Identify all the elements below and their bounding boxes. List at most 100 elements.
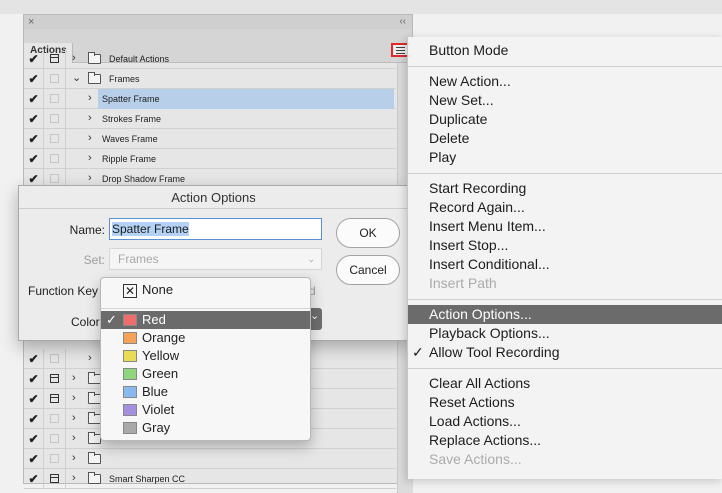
checkmark-icon[interactable]: ✔ (24, 349, 44, 369)
menu-divider (408, 368, 722, 369)
dialog-toggle-icon (50, 394, 59, 403)
name-field[interactable]: Spatter Frame (109, 218, 322, 240)
chevron-right-icon[interactable]: › (72, 411, 76, 425)
dialog-toggle[interactable] (44, 89, 66, 109)
dialog-toggle[interactable] (44, 349, 66, 369)
dialog-toggle[interactable] (44, 149, 66, 169)
color-label: Color (71, 315, 100, 329)
action-label: Ripple Frame (102, 154, 157, 164)
chevron-down-icon[interactable]: ⌄ (72, 71, 81, 85)
menu-item-insert-stop[interactable]: Insert Stop... (429, 236, 508, 255)
chevron-right-icon[interactable]: › (72, 391, 76, 405)
divider (101, 308, 310, 309)
dialog-toggle[interactable] (44, 469, 66, 489)
action-row[interactable]: ✔ › Waves Frame (24, 129, 396, 149)
checkmark-icon[interactable]: ✔ (24, 149, 44, 169)
chevron-right-icon[interactable]: › (72, 451, 76, 465)
checkmark-icon[interactable]: ✔ (24, 449, 44, 469)
dialog-toggle[interactable] (44, 49, 66, 69)
set-select[interactable]: Frames ⌄ (109, 248, 322, 270)
dialog-toggle-icon (50, 434, 59, 443)
menu-item-start-recording[interactable]: Start Recording (429, 179, 526, 198)
dialog-toggle[interactable] (44, 129, 66, 149)
color-swatch (123, 422, 137, 434)
hamburger-icon (396, 47, 405, 48)
action-row[interactable]: ✔ › Ripple Frame (24, 149, 396, 169)
chevron-right-icon[interactable]: › (72, 431, 76, 445)
menu-item-action-options[interactable]: Action Options... (429, 305, 532, 324)
actions-panel-menu: Button Mode New Action... New Set... Duplic… (407, 37, 722, 479)
checkmark-icon[interactable]: ✔ (24, 89, 44, 109)
color-option-red[interactable]: ✓ Red (101, 311, 310, 329)
menu-item-save-actions: Save Actions... (429, 451, 522, 467)
collapse-icon[interactable]: ‹‹ (399, 15, 406, 29)
close-icon[interactable]: × (28, 15, 34, 29)
menu-item-new-set[interactable]: New Set... (429, 91, 494, 110)
color-dropdown: ✕ None ✓ Red Orange Yellow Green Blue Violet Gr… (100, 277, 311, 441)
color-option-green[interactable]: Green (101, 365, 310, 383)
chevron-right-icon[interactable]: › (88, 151, 92, 165)
dialog-toggle-icon (50, 114, 59, 123)
dialog-toggle[interactable] (44, 429, 66, 449)
color-option-violet[interactable]: Violet (101, 401, 310, 419)
cancel-button[interactable]: Cancel (336, 255, 400, 285)
color-option-orange[interactable]: Orange (101, 329, 310, 347)
action-set-row[interactable]: ✔ › (24, 449, 396, 469)
checkmark-icon[interactable]: ✔ (24, 129, 44, 149)
chevron-right-icon[interactable]: › (88, 111, 92, 125)
dialog-toggle[interactable] (44, 369, 66, 389)
color-option-label: Gray (142, 420, 171, 435)
menu-divider (408, 66, 722, 67)
checkmark-icon[interactable]: ✔ (24, 469, 44, 489)
checkmark-icon[interactable]: ✔ (24, 369, 44, 389)
dialog-toggle[interactable] (44, 389, 66, 409)
dialog-toggle[interactable] (44, 69, 66, 89)
chevron-right-icon[interactable]: › (72, 51, 76, 65)
chevron-right-icon[interactable]: › (88, 351, 92, 365)
menu-item-record-again[interactable]: Record Again... (429, 198, 525, 217)
menu-item-replace-actions[interactable]: Replace Actions... (429, 431, 541, 450)
menu-item-insert-menu-item[interactable]: Insert Menu Item... (429, 217, 546, 236)
action-row[interactable]: ✔ › Strokes Frame (24, 109, 396, 129)
dialog-toggle-icon (50, 454, 59, 463)
action-set-row[interactable]: ✔ ⌄ Frames (24, 69, 396, 89)
menu-divider (408, 299, 722, 300)
menu-item-allow-tool-recording[interactable]: Allow Tool Recording (429, 343, 559, 362)
menu-item-duplicate[interactable]: Duplicate (429, 110, 487, 129)
chevron-right-icon[interactable]: › (88, 91, 92, 105)
chevron-right-icon[interactable]: › (88, 171, 92, 185)
menu-item-reset-actions[interactable]: Reset Actions (429, 393, 515, 412)
chevron-right-icon[interactable]: › (72, 471, 76, 485)
color-option-none[interactable]: ✕ None (101, 281, 310, 299)
menu-item-new-action[interactable]: New Action... (429, 72, 511, 91)
color-option-gray[interactable]: Gray (101, 419, 310, 437)
action-row[interactable]: ✔ › Spatter Frame (24, 89, 396, 109)
checkmark-icon[interactable]: ✔ (24, 49, 44, 69)
menu-item-insert-conditional[interactable]: Insert Conditional... (429, 255, 550, 274)
menu-item-insert-path: Insert Path (429, 275, 497, 291)
menu-item-button-mode[interactable]: Button Mode (429, 41, 508, 60)
menu-item-playback-options[interactable]: Playback Options... (429, 324, 550, 343)
menu-item-play[interactable]: Play (429, 148, 456, 167)
menu-item-clear-all-actions[interactable]: Clear All Actions (429, 374, 530, 393)
chevron-right-icon[interactable]: › (88, 131, 92, 145)
checkmark-icon[interactable]: ✔ (24, 409, 44, 429)
color-option-blue[interactable]: Blue (101, 383, 310, 401)
action-set-row[interactable]: ✔ › Smart Sharpen CC (24, 469, 396, 489)
dialog-toggle[interactable] (44, 449, 66, 469)
menu-item-delete[interactable]: Delete (429, 129, 469, 148)
menu-item-load-actions[interactable]: Load Actions... (429, 412, 521, 431)
action-set-row[interactable]: ✔ › Default Actions (24, 49, 396, 69)
checkmark-icon[interactable]: ✔ (24, 429, 44, 449)
color-option-yellow[interactable]: Yellow (101, 347, 310, 365)
color-option-label: Blue (142, 384, 169, 399)
dialog-toggle[interactable] (44, 109, 66, 129)
dialog-toggle[interactable] (44, 409, 66, 429)
checkmark-icon[interactable]: ✔ (24, 109, 44, 129)
ok-button[interactable]: OK (336, 218, 400, 248)
chevron-right-icon[interactable]: › (72, 371, 76, 385)
color-swatch (123, 386, 137, 398)
checkmark-icon[interactable]: ✔ (24, 69, 44, 89)
checkmark-icon[interactable]: ✔ (24, 389, 44, 409)
folder-icon (88, 52, 101, 64)
